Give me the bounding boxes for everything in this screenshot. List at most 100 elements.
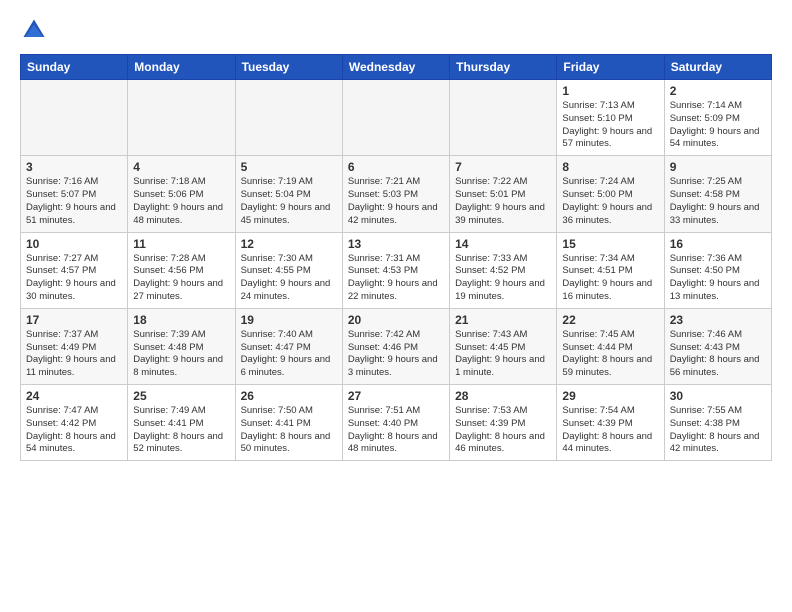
day-number: 27 xyxy=(348,389,444,403)
day-number: 28 xyxy=(455,389,551,403)
day-number: 1 xyxy=(562,84,658,98)
day-number: 22 xyxy=(562,313,658,327)
day-detail: Sunrise: 7:37 AM Sunset: 4:49 PM Dayligh… xyxy=(26,329,122,380)
calendar-cell: 18Sunrise: 7:39 AM Sunset: 4:48 PM Dayli… xyxy=(128,308,235,384)
day-detail: Sunrise: 7:30 AM Sunset: 4:55 PM Dayligh… xyxy=(241,253,337,304)
calendar-cell xyxy=(235,80,342,156)
calendar-cell: 10 Sunrise: 7:27 AM Sunset: 4:57 PM Dayli… xyxy=(21,232,128,308)
calendar-cell xyxy=(128,80,235,156)
calendar-cell: 23 Sunrise: 7:46 AM Sunset: 4:43 PM Dayli… xyxy=(664,308,771,384)
calendar-cell: 5Sunrise: 7:19 AM Sunset: 5:04 PM Daylig… xyxy=(235,156,342,232)
day-number: 23 xyxy=(670,313,766,327)
calendar-cell: 20Sunrise: 7:42 AM Sunset: 4:46 PM Dayli… xyxy=(342,308,449,384)
day-number: 4 xyxy=(133,160,229,174)
day-detail: Sunrise: 7:25 AM Sunset: 4:58 PM Dayligh… xyxy=(670,176,766,227)
day-detail: Sunrise: 7:42 AM Sunset: 4:46 PM Dayligh… xyxy=(348,329,444,380)
calendar-cell: 28 Sunrise: 7:53 AM Sunset: 4:39 PM Dayli… xyxy=(450,385,557,461)
day-number: 3 xyxy=(26,160,122,174)
day-detail: Sunrise: 7:16 AM Sunset: 5:07 PM Dayligh… xyxy=(26,176,122,227)
col-header-thursday: Thursday xyxy=(450,55,557,80)
day-detail: Sunrise: 7:40 AM Sunset: 4:47 PM Dayligh… xyxy=(241,329,337,380)
calendar-cell: 16 Sunrise: 7:36 AM Sunset: 4:50 PM Dayli… xyxy=(664,232,771,308)
calendar-cell: 17 Sunrise: 7:37 AM Sunset: 4:49 PM Dayli… xyxy=(21,308,128,384)
col-header-tuesday: Tuesday xyxy=(235,55,342,80)
calendar-cell: 22 Sunrise: 7:45 AM Sunset: 4:44 PM Dayli… xyxy=(557,308,664,384)
day-number: 16 xyxy=(670,237,766,251)
day-detail: Sunrise: 7:45 AM Sunset: 4:44 PM Dayligh… xyxy=(562,329,658,380)
calendar-cell: 29 Sunrise: 7:54 AM Sunset: 4:39 PM Dayli… xyxy=(557,385,664,461)
page: SundayMondayTuesdayWednesdayThursdayFrid… xyxy=(0,0,792,612)
day-detail: Sunrise: 7:36 AM Sunset: 4:50 PM Dayligh… xyxy=(670,253,766,304)
calendar-cell: 1 Sunrise: 7:13 AM Sunset: 5:10 PM Daylig… xyxy=(557,80,664,156)
day-number: 8 xyxy=(562,160,658,174)
day-number: 14 xyxy=(455,237,551,251)
day-detail: Sunrise: 7:39 AM Sunset: 4:48 PM Dayligh… xyxy=(133,329,229,380)
header-row: SundayMondayTuesdayWednesdayThursdayFrid… xyxy=(21,55,772,80)
day-number: 21 xyxy=(455,313,551,327)
day-number: 25 xyxy=(133,389,229,403)
calendar-cell: 11Sunrise: 7:28 AM Sunset: 4:56 PM Dayli… xyxy=(128,232,235,308)
col-header-wednesday: Wednesday xyxy=(342,55,449,80)
calendar-cell: 27 Sunrise: 7:51 AM Sunset: 4:40 PM Dayli… xyxy=(342,385,449,461)
calendar-cell: 30 Sunrise: 7:55 AM Sunset: 4:38 PM Dayli… xyxy=(664,385,771,461)
logo-icon xyxy=(20,16,48,44)
week-row-1: 1 Sunrise: 7:13 AM Sunset: 5:10 PM Daylig… xyxy=(21,80,772,156)
day-detail: Sunrise: 7:46 AM Sunset: 4:43 PM Dayligh… xyxy=(670,329,766,380)
calendar-cell: 2Sunrise: 7:14 AM Sunset: 5:09 PM Daylig… xyxy=(664,80,771,156)
day-number: 10 xyxy=(26,237,122,251)
day-detail: Sunrise: 7:47 AM Sunset: 4:42 PM Dayligh… xyxy=(26,405,122,456)
day-detail: Sunrise: 7:28 AM Sunset: 4:56 PM Dayligh… xyxy=(133,253,229,304)
day-detail: Sunrise: 7:51 AM Sunset: 4:40 PM Dayligh… xyxy=(348,405,444,456)
calendar-cell: 6 Sunrise: 7:21 AM Sunset: 5:03 PM Daylig… xyxy=(342,156,449,232)
calendar-cell: 8Sunrise: 7:24 AM Sunset: 5:00 PM Daylig… xyxy=(557,156,664,232)
logo xyxy=(20,16,52,44)
day-number: 5 xyxy=(241,160,337,174)
day-number: 13 xyxy=(348,237,444,251)
day-detail: Sunrise: 7:21 AM Sunset: 5:03 PM Dayligh… xyxy=(348,176,444,227)
day-detail: Sunrise: 7:53 AM Sunset: 4:39 PM Dayligh… xyxy=(455,405,551,456)
day-detail: Sunrise: 7:14 AM Sunset: 5:09 PM Dayligh… xyxy=(670,100,766,151)
day-number: 17 xyxy=(26,313,122,327)
day-number: 19 xyxy=(241,313,337,327)
day-number: 7 xyxy=(455,160,551,174)
calendar-cell: 3 Sunrise: 7:16 AM Sunset: 5:07 PM Daylig… xyxy=(21,156,128,232)
col-header-friday: Friday xyxy=(557,55,664,80)
calendar-cell: 25 Sunrise: 7:49 AM Sunset: 4:41 PM Dayli… xyxy=(128,385,235,461)
calendar-cell: 24 Sunrise: 7:47 AM Sunset: 4:42 PM Dayli… xyxy=(21,385,128,461)
calendar-cell xyxy=(342,80,449,156)
calendar-cell: 21 Sunrise: 7:43 AM Sunset: 4:45 PM Dayli… xyxy=(450,308,557,384)
calendar-cell: 7 Sunrise: 7:22 AM Sunset: 5:01 PM Daylig… xyxy=(450,156,557,232)
calendar: SundayMondayTuesdayWednesdayThursdayFrid… xyxy=(20,54,772,461)
week-row-4: 17 Sunrise: 7:37 AM Sunset: 4:49 PM Dayli… xyxy=(21,308,772,384)
day-number: 24 xyxy=(26,389,122,403)
week-row-5: 24 Sunrise: 7:47 AM Sunset: 4:42 PM Dayli… xyxy=(21,385,772,461)
day-detail: Sunrise: 7:27 AM Sunset: 4:57 PM Dayligh… xyxy=(26,253,122,304)
calendar-cell xyxy=(450,80,557,156)
day-number: 15 xyxy=(562,237,658,251)
calendar-cell: 4Sunrise: 7:18 AM Sunset: 5:06 PM Daylig… xyxy=(128,156,235,232)
day-detail: Sunrise: 7:13 AM Sunset: 5:10 PM Dayligh… xyxy=(562,100,658,151)
week-row-3: 10 Sunrise: 7:27 AM Sunset: 4:57 PM Dayli… xyxy=(21,232,772,308)
day-number: 26 xyxy=(241,389,337,403)
day-number: 30 xyxy=(670,389,766,403)
day-detail: Sunrise: 7:34 AM Sunset: 4:51 PM Dayligh… xyxy=(562,253,658,304)
calendar-cell: 14 Sunrise: 7:33 AM Sunset: 4:52 PM Dayli… xyxy=(450,232,557,308)
day-detail: Sunrise: 7:55 AM Sunset: 4:38 PM Dayligh… xyxy=(670,405,766,456)
calendar-cell: 26 Sunrise: 7:50 AM Sunset: 4:41 PM Dayli… xyxy=(235,385,342,461)
day-detail: Sunrise: 7:50 AM Sunset: 4:41 PM Dayligh… xyxy=(241,405,337,456)
col-header-monday: Monday xyxy=(128,55,235,80)
day-detail: Sunrise: 7:33 AM Sunset: 4:52 PM Dayligh… xyxy=(455,253,551,304)
week-row-2: 3 Sunrise: 7:16 AM Sunset: 5:07 PM Daylig… xyxy=(21,156,772,232)
calendar-cell: 9 Sunrise: 7:25 AM Sunset: 4:58 PM Daylig… xyxy=(664,156,771,232)
col-header-sunday: Sunday xyxy=(21,55,128,80)
day-number: 9 xyxy=(670,160,766,174)
calendar-cell: 15 Sunrise: 7:34 AM Sunset: 4:51 PM Dayli… xyxy=(557,232,664,308)
day-detail: Sunrise: 7:31 AM Sunset: 4:53 PM Dayligh… xyxy=(348,253,444,304)
day-number: 29 xyxy=(562,389,658,403)
calendar-cell: 13 Sunrise: 7:31 AM Sunset: 4:53 PM Dayli… xyxy=(342,232,449,308)
day-detail: Sunrise: 7:22 AM Sunset: 5:01 PM Dayligh… xyxy=(455,176,551,227)
day-detail: Sunrise: 7:43 AM Sunset: 4:45 PM Dayligh… xyxy=(455,329,551,380)
day-detail: Sunrise: 7:49 AM Sunset: 4:41 PM Dayligh… xyxy=(133,405,229,456)
day-detail: Sunrise: 7:54 AM Sunset: 4:39 PM Dayligh… xyxy=(562,405,658,456)
day-number: 6 xyxy=(348,160,444,174)
